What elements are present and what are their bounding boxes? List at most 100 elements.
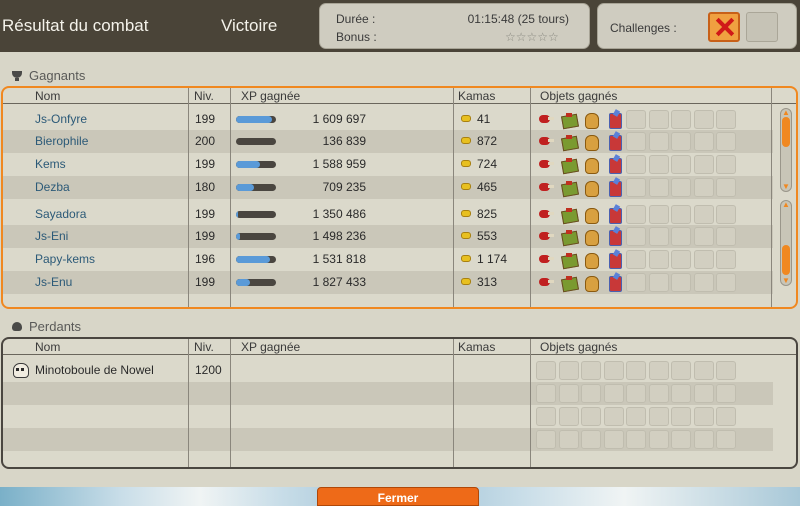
player-name[interactable]: Js-Onfyre [35,112,87,126]
sack-icon[interactable] [581,205,601,224]
potion-jar-icon[interactable] [604,227,624,246]
empty-item-slot [693,384,714,403]
potion-jar-icon[interactable] [604,250,624,269]
player-level: 199 [195,229,216,243]
gift-box-icon[interactable] [559,178,579,197]
sack-icon[interactable] [581,155,601,174]
player-level: 196 [195,252,216,266]
empty-item-slot [648,178,669,197]
red-bird-icon[interactable] [536,227,556,246]
table-row[interactable]: Papy-kems 196 1 531 818 1 174 [3,248,773,271]
empty-item-slot [603,361,624,380]
gift-box-icon[interactable] [559,155,579,174]
potion-jar-icon[interactable] [604,132,624,151]
empty-item-slot [558,361,579,380]
red-bird-icon[interactable] [536,205,556,224]
table-row[interactable]: Kems 199 1 588 959 724 [3,153,773,176]
table-row[interactable]: Bierophile 200 136 839 872 [3,130,773,153]
monster-name[interactable]: Minotoboule de Nowel [35,363,154,377]
xp-progress-bar [236,233,276,240]
winners-section-title: Gagnants [10,68,85,83]
empty-item-slot [671,384,691,403]
window-title: Résultat du combat [2,16,149,35]
empty-item-slot [648,227,669,246]
table-row [3,405,773,428]
gift-box-icon[interactable] [559,250,579,269]
gift-box-icon[interactable] [559,273,579,292]
winners-scrollbar-top[interactable]: ▲ ▼ [780,108,792,192]
bonus-stars: ☆☆☆☆☆ [505,30,559,44]
potion-jar-icon[interactable] [604,205,624,224]
sack-icon[interactable] [581,250,601,269]
sack-icon[interactable] [581,178,601,197]
monster-skull-icon [10,362,30,378]
gift-box-icon[interactable] [559,110,579,129]
potion-jar-icon[interactable] [604,178,624,197]
kamas-gained: 41 [477,112,491,126]
player-name[interactable]: Bierophile [35,134,88,148]
empty-item-slot [558,384,579,403]
sack-icon[interactable] [581,110,601,129]
red-bird-icon[interactable] [536,132,556,151]
empty-item-slot [671,407,691,426]
challenges-label: Challenges : [610,21,677,35]
table-row[interactable]: Sayadora 199 1 350 486 825 [3,203,773,226]
player-name[interactable]: Sayadora [35,207,86,221]
header-bar: Résultat du combat Victoire Durée : 01:1… [0,0,800,52]
empty-item-slot [603,384,624,403]
kamas-gained: 465 [477,180,498,194]
player-name[interactable]: Papy-kems [35,252,95,266]
challenges-box: Challenges : [597,3,797,49]
table-row[interactable]: Js-Onfyre 199 1 609 697 41 [3,108,773,131]
sack-icon[interactable] [581,132,601,151]
scroll-up-arrow-icon[interactable]: ▲ [781,109,791,117]
scroll-thumb[interactable] [782,117,790,147]
challenge-empty-slot[interactable] [746,12,778,42]
empty-item-slot [671,361,691,380]
gift-box-icon[interactable] [559,132,579,151]
close-button[interactable]: Fermer [317,487,479,506]
scroll-down-arrow-icon[interactable]: ▼ [781,277,791,285]
red-bird-icon[interactable] [536,250,556,269]
empty-item-slot [693,273,714,292]
empty-item-slot [716,110,736,129]
player-level: 199 [195,275,216,289]
empty-item-slot [716,384,736,403]
gift-box-icon[interactable] [559,205,579,224]
empty-item-slot [716,205,736,224]
xp-progress-bar [236,116,276,123]
potion-jar-icon[interactable] [604,110,624,129]
skull-crossbones-icon [10,321,24,333]
xp-gained: 136 839 [322,134,366,148]
player-name[interactable]: Kems [35,157,66,171]
table-row[interactable]: Minotoboule de Nowel 1200 [3,359,773,382]
potion-jar-icon[interactable] [604,273,624,292]
empty-item-slot [716,132,736,151]
duration-label: Durée : [336,12,376,26]
sack-icon[interactable] [581,273,601,292]
red-bird-icon[interactable] [536,110,556,129]
potion-jar-icon[interactable] [604,155,624,174]
red-bird-icon[interactable] [536,273,556,292]
sack-icon[interactable] [581,227,601,246]
trophy-icon [10,70,24,81]
player-name[interactable]: Js-Enu [35,275,72,289]
player-name[interactable]: Js-Eni [35,229,68,243]
player-name[interactable]: Dezba [35,180,70,194]
challenge-failed-icon[interactable] [708,12,740,42]
kamas-gained: 1 174 [477,252,508,266]
table-row[interactable]: Dezba 180 709 235 465 [3,176,773,199]
empty-item-slot [626,227,646,246]
empty-item-slot [581,384,601,403]
empty-item-slot [648,250,669,269]
table-row[interactable]: Js-Eni 199 1 498 236 553 [3,225,773,248]
scroll-up-arrow-icon[interactable]: ▲ [781,201,791,209]
winners-scrollbar-bottom[interactable]: ▲ ▼ [780,200,792,286]
empty-item-slot [671,273,691,292]
gift-box-icon[interactable] [559,227,579,246]
scroll-down-arrow-icon[interactable]: ▼ [781,183,791,191]
red-bird-icon[interactable] [536,155,556,174]
scroll-thumb[interactable] [782,245,790,275]
red-bird-icon[interactable] [536,178,556,197]
table-row[interactable]: Js-Enu 199 1 827 433 313 [3,271,773,294]
